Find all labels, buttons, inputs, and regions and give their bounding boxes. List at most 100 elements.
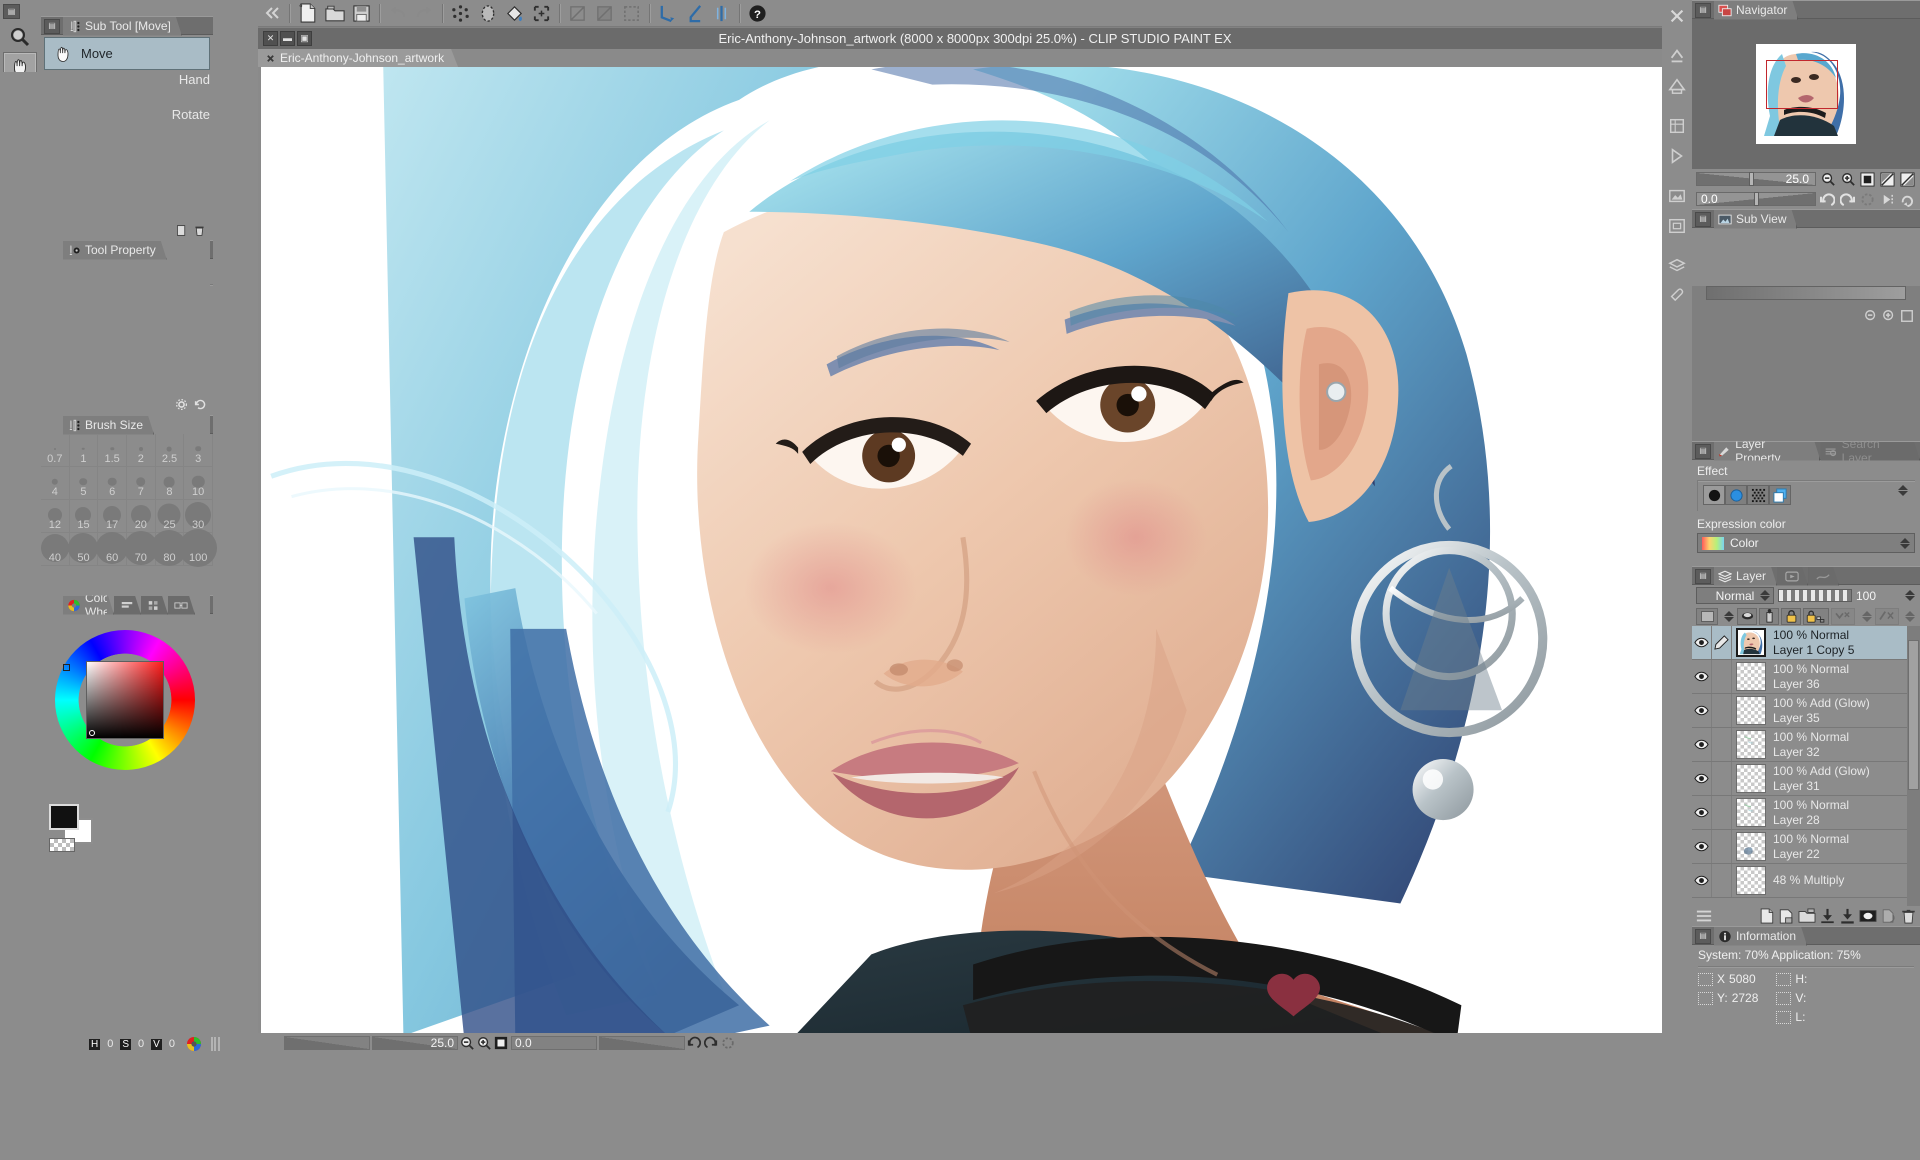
layer-list-scroll-thumb[interactable] bbox=[1908, 640, 1919, 790]
rotation-slider-right[interactable] bbox=[599, 1036, 685, 1050]
zoom-slider[interactable]: 25.0 bbox=[372, 1036, 458, 1050]
layer-row[interactable]: 100 % NormalLayer 36 bbox=[1692, 660, 1920, 694]
flip-horizontal-icon[interactable] bbox=[1879, 171, 1896, 187]
brush-size-cell[interactable]: 5 bbox=[70, 467, 99, 500]
sub-view-menu-icon[interactable]: ▤ bbox=[1695, 212, 1711, 227]
palette-color-spinner[interactable] bbox=[1724, 611, 1735, 622]
expression-color-spinner[interactable] bbox=[1900, 538, 1912, 549]
select-all-icon[interactable] bbox=[618, 1, 645, 25]
auto-action-icon[interactable] bbox=[1664, 142, 1690, 170]
brush-size-cell[interactable]: 30 bbox=[184, 500, 213, 533]
navigator-preview[interactable] bbox=[1692, 19, 1920, 169]
artwork-canvas[interactable] bbox=[261, 67, 1675, 1033]
brush-size-cell[interactable]: 20 bbox=[127, 500, 156, 533]
tab-close-icon[interactable] bbox=[266, 54, 275, 63]
tab-layer-property[interactable]: Layer Property bbox=[1714, 442, 1820, 461]
flip-vertical-icon[interactable] bbox=[1899, 171, 1916, 187]
layer-property-menu-icon[interactable]: ▤ bbox=[1695, 444, 1711, 459]
brush-size-cell[interactable]: 60 bbox=[98, 533, 127, 566]
zoom-out-icon[interactable] bbox=[1819, 171, 1836, 187]
layer-menu-icon[interactable]: ▤ bbox=[1695, 569, 1711, 584]
tool-magnifier[interactable] bbox=[3, 22, 37, 52]
fit-to-screen-icon[interactable] bbox=[1859, 171, 1876, 187]
layer-edit-icon[interactable] bbox=[1712, 660, 1732, 693]
brush-size-cell[interactable]: 3 bbox=[184, 434, 213, 467]
border-effect-icon[interactable] bbox=[1703, 485, 1725, 505]
lock-layer-icon[interactable] bbox=[1781, 608, 1801, 625]
reference-layer-icon[interactable] bbox=[1831, 608, 1855, 625]
brush-size-cell[interactable]: 8 bbox=[156, 467, 185, 500]
sub-view-body[interactable] bbox=[1692, 286, 1920, 441]
rotate-right-icon[interactable] bbox=[1839, 191, 1856, 207]
sub-tool-item-move[interactable]: Move bbox=[44, 37, 210, 70]
layer-visibility-icon[interactable] bbox=[1692, 626, 1712, 659]
help-icon[interactable]: ? bbox=[744, 1, 771, 25]
information-menu-icon[interactable]: ▤ bbox=[1695, 929, 1711, 944]
brush-size-cell[interactable]: 15 bbox=[70, 500, 99, 533]
brush-size-cell[interactable]: 2 bbox=[127, 434, 156, 467]
layer-edit-icon[interactable] bbox=[1712, 864, 1732, 897]
layer-thumbnail[interactable] bbox=[1736, 798, 1766, 827]
resize-grip[interactable] bbox=[211, 1037, 220, 1051]
layer-thumbnail[interactable] bbox=[1736, 832, 1766, 861]
reset-rotation-icon[interactable] bbox=[1859, 191, 1876, 207]
rotation-slider[interactable]: 0.0 bbox=[511, 1036, 597, 1050]
lock-transparent-pixels-icon[interactable] bbox=[1803, 608, 1829, 625]
layer-edit-icon[interactable] bbox=[1712, 626, 1732, 659]
layer-row[interactable]: 100 % Add (Glow)Layer 35 bbox=[1692, 694, 1920, 728]
palette-color-swatch[interactable] bbox=[1696, 608, 1718, 625]
layer-mask-icon[interactable] bbox=[1759, 608, 1779, 625]
duplicate-layer-icon[interactable] bbox=[1880, 908, 1897, 924]
layer-list-menu-icon[interactable] bbox=[1695, 908, 1713, 924]
navigator-panel-icon[interactable] bbox=[1664, 212, 1690, 240]
fill-bucket-icon[interactable] bbox=[501, 1, 528, 25]
close-panel-icon[interactable] bbox=[1664, 2, 1690, 30]
sub-view-slider[interactable] bbox=[1706, 286, 1906, 300]
layer-row[interactable]: 100 % NormalLayer 1 Copy 5 bbox=[1692, 626, 1920, 660]
layer-edit-icon[interactable] bbox=[1712, 796, 1732, 829]
tab-search-layer[interactable]: Search Layer bbox=[1820, 442, 1920, 461]
tone-effect-icon[interactable] bbox=[1725, 485, 1747, 505]
combine-down-icon[interactable] bbox=[1839, 908, 1856, 924]
layer-edit-icon[interactable] bbox=[1712, 694, 1732, 727]
fit-to-screen-icon[interactable] bbox=[492, 1036, 509, 1051]
rotate-left-icon[interactable] bbox=[1819, 191, 1836, 207]
layer-visibility-icon[interactable] bbox=[1692, 728, 1712, 761]
brush-size-cell[interactable]: 50 bbox=[70, 533, 99, 566]
subview-icon[interactable] bbox=[1664, 182, 1690, 210]
history-icon[interactable] bbox=[1664, 112, 1690, 140]
transparent-color-swatch[interactable] bbox=[49, 838, 75, 852]
brush-size-cell[interactable]: 2.5 bbox=[156, 434, 185, 467]
tab-brush-size[interactable]: Brush Size bbox=[63, 416, 154, 435]
brush-size-cell[interactable]: 25 bbox=[156, 500, 185, 533]
color-wheel-status-icon[interactable] bbox=[186, 1036, 202, 1052]
material-icon[interactable] bbox=[1664, 72, 1690, 100]
navigator-menu-icon[interactable]: ▤ bbox=[1695, 3, 1711, 18]
tab-color-wheel[interactable]: Color Wheel bbox=[63, 596, 114, 615]
ruler-snap-icon[interactable] bbox=[654, 1, 681, 25]
undo-icon[interactable] bbox=[384, 1, 411, 25]
navigator-zoom-slider[interactable]: 25.0 bbox=[1696, 172, 1816, 186]
layer-thumbnail[interactable] bbox=[1736, 730, 1766, 759]
sub-tool-menu-icon[interactable]: ▤ bbox=[44, 19, 60, 34]
brush-size-cell[interactable]: 17 bbox=[98, 500, 127, 533]
layer-row[interactable]: 100 % Add (Glow)Layer 31 bbox=[1692, 762, 1920, 796]
transfer-down-icon[interactable] bbox=[1819, 908, 1836, 924]
effect-spinner[interactable] bbox=[1898, 485, 1910, 505]
subview-zoom-out-icon[interactable] bbox=[1864, 309, 1878, 323]
document-tab[interactable]: Eric-Anthony-Johnson_artwork bbox=[258, 49, 458, 67]
reference-layer-spinner[interactable] bbox=[1862, 611, 1873, 622]
layer-visibility-icon[interactable] bbox=[1692, 762, 1712, 795]
reset-settings-icon[interactable] bbox=[194, 398, 207, 411]
expression-color-combo[interactable]: Color bbox=[1697, 533, 1915, 553]
fill-selection-icon[interactable] bbox=[474, 1, 501, 25]
layer-thumbnail[interactable] bbox=[1736, 764, 1766, 793]
brush-size-cell[interactable]: 40 bbox=[41, 533, 70, 566]
layer-visibility-icon[interactable] bbox=[1692, 660, 1712, 693]
rotate-left-icon[interactable] bbox=[685, 1036, 702, 1051]
new-raster-layer-icon[interactable] bbox=[1758, 908, 1775, 924]
foreground-color-swatch[interactable] bbox=[49, 804, 79, 830]
save-icon[interactable] bbox=[348, 1, 375, 25]
layer-row[interactable]: 100 % NormalLayer 22 bbox=[1692, 830, 1920, 864]
halftone-effect-icon[interactable] bbox=[1747, 485, 1769, 505]
